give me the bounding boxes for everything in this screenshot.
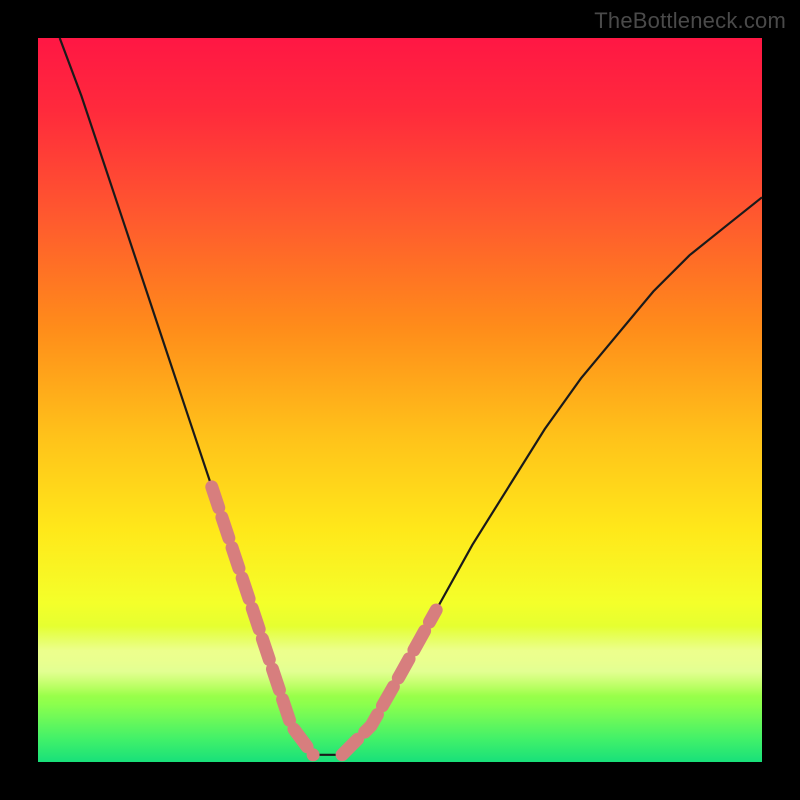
highlight-left	[212, 487, 313, 755]
highlight-right	[342, 610, 436, 755]
chart-frame: TheBottleneck.com	[0, 0, 800, 800]
curve-layer	[38, 38, 762, 762]
plot-area	[38, 38, 762, 762]
watermark-text: TheBottleneck.com	[594, 8, 786, 34]
